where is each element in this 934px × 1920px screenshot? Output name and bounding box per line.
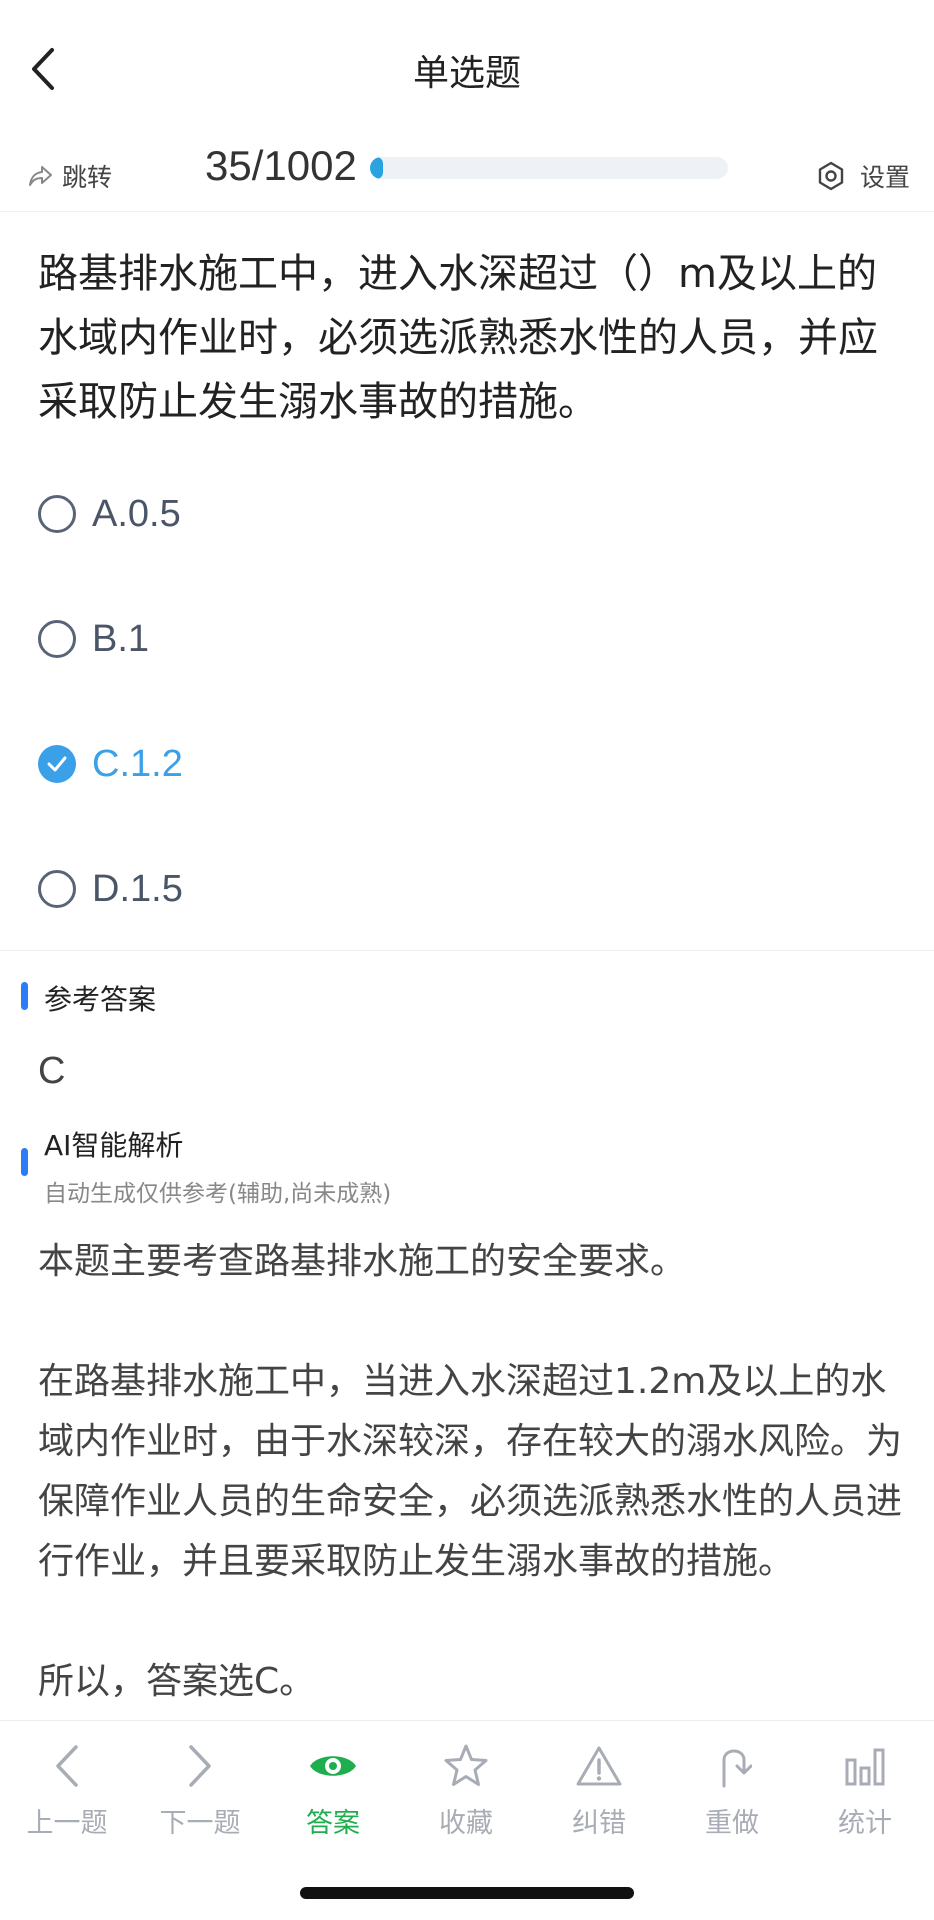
tab-label: 重做 <box>705 1808 759 1839</box>
star-icon <box>444 1744 488 1786</box>
tab-label: 收藏 <box>439 1808 493 1839</box>
ai-analysis-body: 本题主要考查路基排水施工的安全要求。 在路基排水施工中，当进入水深超过1.2m及… <box>38 1232 908 1772</box>
progress-counter: 35/1002 <box>205 142 357 189</box>
ai-analysis-title: AI智能解析 <box>44 1129 184 1162</box>
divider <box>0 950 934 951</box>
tab-next[interactable]: 下一题 <box>133 1739 267 1840</box>
bar-chart-icon <box>845 1748 885 1786</box>
section-marker <box>21 982 28 1010</box>
check-circle-icon <box>38 745 76 783</box>
option-b[interactable]: B.1 <box>38 600 898 725</box>
option-label: C.1.2 <box>92 743 183 785</box>
chevron-right-icon <box>189 1745 211 1787</box>
nav-bar: 单选题 <box>0 0 934 140</box>
analysis-paragraph: 所以，答案选C。 <box>38 1661 316 1702</box>
home-indicator <box>300 1887 634 1899</box>
options-list: A.0.5 B.1 C.1.2 D.1.5 <box>38 475 898 975</box>
chevron-left-icon <box>56 1745 78 1787</box>
radio-icon <box>38 620 76 658</box>
tab-favorite[interactable]: 收藏 <box>399 1739 533 1840</box>
tab-report-error[interactable]: 纠错 <box>532 1739 666 1840</box>
option-label: D.1.5 <box>92 868 183 910</box>
option-label: B.1 <box>92 618 150 660</box>
tab-label: 答案 <box>306 1808 360 1839</box>
analysis-paragraph: 本题主要考查路基排水施工的安全要求。 <box>38 1241 687 1282</box>
reference-answer-title: 参考答案 <box>44 983 157 1016</box>
ai-analysis-subtitle: 自动生成仅供参考(辅助,尚未成熟) <box>44 1181 392 1207</box>
tab-label: 上一题 <box>26 1808 108 1839</box>
section-marker <box>21 1148 28 1176</box>
tab-label: 下一题 <box>159 1808 241 1839</box>
tab-previous[interactable]: 上一题 <box>0 1739 134 1840</box>
settings-button[interactable]: 设置 <box>816 148 910 204</box>
question-toolbar: 跳转 35/1002 设置 <box>0 140 934 212</box>
warning-icon <box>576 1746 622 1786</box>
eye-icon <box>310 1756 356 1776</box>
radio-icon <box>38 870 76 908</box>
redo-icon <box>722 1749 752 1788</box>
option-a[interactable]: A.0.5 <box>38 475 898 600</box>
analysis-paragraph: 在路基排水施工中，当进入水深超过1.2m及以上的水域内作业时，由于水深较深，存在… <box>38 1361 903 1582</box>
reference-answer-value: C <box>38 1050 66 1092</box>
tab-label: 纠错 <box>572 1808 626 1839</box>
settings-label: 设置 <box>859 163 910 192</box>
page-title: 单选题 <box>412 53 521 94</box>
share-arrow-icon <box>29 166 52 186</box>
progress-fill <box>370 157 383 179</box>
option-d[interactable]: D.1.5 <box>38 850 898 975</box>
tab-redo[interactable]: 重做 <box>665 1739 799 1840</box>
progress-bar <box>370 157 728 179</box>
question-text: 路基排水施工中，进入水深超过（）m及以上的水域内作业时，必须选派熟悉水性的人员，… <box>38 251 878 425</box>
option-c[interactable]: C.1.2 <box>38 725 898 850</box>
radio-icon <box>38 495 76 533</box>
tab-answer[interactable]: 答案 <box>266 1739 400 1840</box>
tab-statistics[interactable]: 统计 <box>798 1739 932 1840</box>
jump-label: 跳转 <box>62 163 113 192</box>
gear-icon <box>818 161 844 191</box>
option-label: A.0.5 <box>92 493 181 535</box>
jump-button[interactable]: 跳转 <box>28 148 112 204</box>
tab-label: 统计 <box>838 1808 892 1839</box>
